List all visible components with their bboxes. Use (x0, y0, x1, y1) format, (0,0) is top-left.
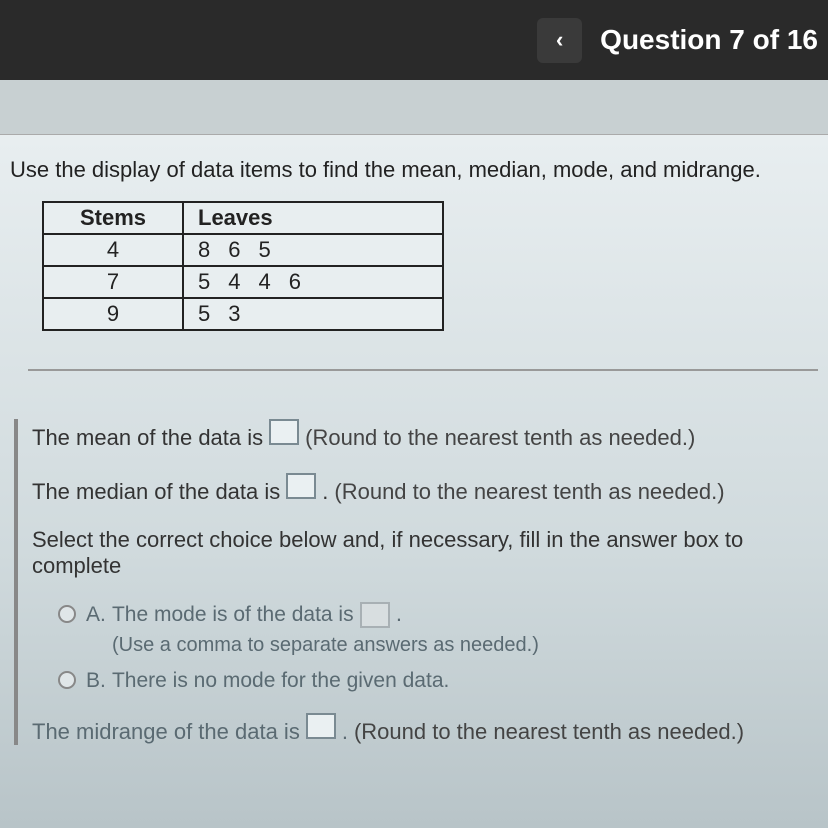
question-content: Use the display of data items to find th… (0, 135, 828, 828)
choice-a-hint: (Use a comma to separate answers as need… (112, 634, 818, 657)
leaf-cell: 5446 (183, 266, 443, 298)
leaf-value: 8 (198, 237, 210, 262)
stem-cell: 4 (43, 234, 183, 266)
table-row: 9 53 (43, 298, 443, 330)
mean-input[interactable] (269, 419, 299, 445)
midrange-label: The midrange of the data is (32, 719, 300, 745)
median-line: The median of the data is . (Round to th… (32, 473, 818, 505)
midrange-line: The midrange of the data is . (Round to … (32, 713, 818, 745)
leaf-value: 4 (228, 269, 240, 294)
mode-input[interactable] (360, 602, 390, 628)
chevron-left-icon: ‹ (556, 27, 563, 53)
col-header-stems: Stems (43, 202, 183, 234)
leaf-value: 5 (259, 237, 271, 262)
leaf-value: 3 (228, 301, 240, 326)
midrange-input[interactable] (306, 713, 336, 739)
stem-leaf-table: Stems Leaves 4 865 7 5446 9 53 (42, 201, 444, 331)
answers-section: The mean of the data is (Round to the ne… (14, 419, 818, 745)
choice-b-letter: B. (86, 669, 106, 692)
leaf-value: 5 (198, 301, 210, 326)
mean-line: The mean of the data is (Round to the ne… (32, 419, 818, 451)
col-header-leaves: Leaves (183, 202, 443, 234)
mode-choices: A. The mode is of the data is . (Use a c… (58, 601, 818, 693)
section-divider (28, 369, 818, 371)
choice-a-letter: A. (86, 603, 106, 626)
midrange-hint: (Round to the nearest tenth as needed.) (354, 719, 744, 745)
leaf-value: 4 (259, 269, 271, 294)
question-header: ‹ Question 7 of 16 (0, 0, 828, 80)
midrange-period: . (342, 719, 348, 745)
mean-label: The mean of the data is (32, 425, 263, 451)
radio-b[interactable] (58, 671, 76, 689)
stem-cell: 9 (43, 298, 183, 330)
leaf-value: 6 (289, 269, 301, 294)
select-instruction: Select the correct choice below and, if … (32, 527, 818, 579)
table-row: 4 865 (43, 234, 443, 266)
leaf-value: 6 (228, 237, 240, 262)
median-label: The median of the data is (32, 479, 280, 505)
prev-question-button[interactable]: ‹ (537, 18, 582, 63)
question-prompt: Use the display of data items to find th… (10, 157, 818, 183)
radio-a[interactable] (58, 605, 76, 623)
leaf-cell: 865 (183, 234, 443, 266)
choice-a-row[interactable]: A. The mode is of the data is . (58, 601, 818, 628)
question-counter: Question 7 of 16 (600, 24, 818, 56)
table-row: 7 5446 (43, 266, 443, 298)
leaf-value: 5 (198, 269, 210, 294)
leaf-cell: 53 (183, 298, 443, 330)
median-input[interactable] (286, 473, 316, 499)
median-period: . (322, 479, 328, 505)
choice-a-text: The mode is of the data is (112, 603, 354, 626)
choice-b-text: There is no mode for the given data. (112, 669, 449, 692)
median-hint: (Round to the nearest tenth as needed.) (334, 479, 724, 505)
mean-hint: (Round to the nearest tenth as needed.) (305, 425, 695, 451)
stem-cell: 7 (43, 266, 183, 298)
toolbar-gap (0, 80, 828, 135)
choice-b-row[interactable]: B. There is no mode for the given data. (58, 667, 818, 693)
